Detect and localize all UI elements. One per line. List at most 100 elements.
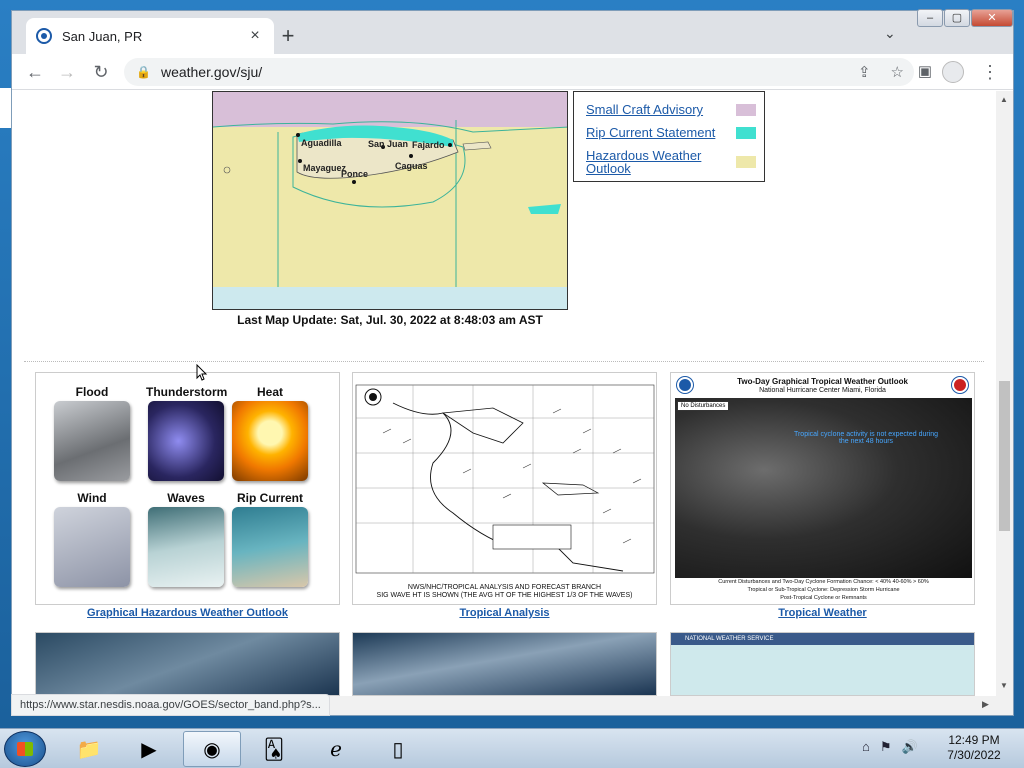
map-label-ponce: Ponce [341,169,369,179]
system-tray: ⌂ ⚑ 🔊 [862,739,918,755]
tab-bar: San Juan, PR × + ⌄ [12,11,1013,54]
lightning-icon [148,401,224,481]
puerto-rico-map-graphic [213,92,567,309]
footer-line-1: Current Disturbances and Two-Day Cyclone… [718,579,929,585]
legend-swatch [736,103,756,116]
bookmark-star-icon[interactable]: ☆ [891,63,904,81]
back-icon[interactable]: ← [22,59,48,85]
link-tropical-weather[interactable]: Tropical Weather [670,607,975,619]
tropical-analysis-chart-graphic [355,384,655,574]
map-label-san-juan: San Juan [368,139,409,149]
hazard-legend: Small Craft Advisory Rip Current Stateme… [573,91,765,182]
reload-icon[interactable]: ↻ [88,59,114,85]
tab-search-icon[interactable]: ⌄ [884,25,896,42]
profile-avatar[interactable] [942,61,964,83]
solitaire-icon[interactable]: 🂡 [245,731,303,767]
url-text[interactable]: weather.gov/sju/ [161,64,848,80]
hazard-wind[interactable]: Wind [52,491,132,587]
scroll-up-icon[interactable]: ▲ [1000,95,1008,104]
scroll-right-icon[interactable]: ▶ [982,699,989,710]
clock-date: 7/30/2022 [947,748,1001,762]
legend-link-small-craft-advisory[interactable]: Small Craft Advisory [586,103,716,116]
noaa-favicon-icon [36,28,52,44]
rip-current-icon [232,507,308,587]
hazards-card[interactable]: Flood Thunderstorm Heat Wind Waves Rip C… [35,372,340,605]
tropical-analysis-card[interactable]: NWS/NHC/TROPICAL ANALYSIS AND FORECAST B… [352,372,657,605]
no-disturbances-badge: No Disturbances [677,401,730,411]
maximize-button[interactable]: ▢ [944,9,970,27]
hazard-thunderstorm[interactable]: Thunderstorm [146,385,227,481]
side-panel-icon[interactable]: ▣ [912,59,938,85]
legend-row-rip-current: Rip Current Statement [586,126,756,139]
media-player-icon[interactable]: ▶ [120,731,178,767]
mouse-pointer-icon [196,364,208,381]
outlook-title: Two-Day Graphical Tropical Weather Outlo… [737,377,908,386]
window-controls: – ▢ ✕ [916,9,1013,29]
section-divider [24,361,984,362]
network-icon[interactable]: ⌂ [862,739,870,755]
hazard-flood[interactable]: Flood [52,385,132,481]
minimize-button[interactable]: – [917,9,943,27]
hazard-label: Rip Current [237,491,303,505]
share-icon[interactable]: ⇪ [858,63,871,81]
taskbar: 📁 ▶ ◉ 🂡 ℯ ▯ ⌂ ⚑ 🔊 12:49 PM 7/30/2022 [0,728,1024,768]
status-url-bar: https://www.star.nesdis.noaa.gov/GOES/se… [11,694,330,716]
legend-row-hazardous-weather: Hazardous Weather Outlook [586,149,756,175]
outlook-note: Tropical cyclone activity is not expecte… [793,431,939,445]
link-graphical-hazardous-weather-outlook[interactable]: Graphical Hazardous Weather Outlook [35,607,340,619]
hazard-map[interactable]: Aguadilla San Juan Fajardo Mayaguez Ponc… [212,91,568,310]
caption-line-1: NWS/NHC/TROPICAL ANALYSIS AND FORECAST B… [407,584,602,591]
windsock-icon [54,507,130,587]
waves-icon [148,507,224,587]
legend-link-rip-current-statement[interactable]: Rip Current Statement [586,126,726,139]
hazard-label: Wind [77,491,107,505]
legend-link-hazardous-weather-outlook[interactable]: Hazardous Weather Outlook [586,149,716,175]
scrollbar-thumb[interactable] [999,381,1010,531]
outlook-footer: Current Disturbances and Two-Day Cyclone… [675,578,972,602]
link-tropical-analysis[interactable]: Tropical Analysis [352,607,657,619]
start-button[interactable] [4,731,46,767]
last-map-update: Last Map Update: Sat, Jul. 30, 2022 at 8… [237,313,543,327]
flood-icon [54,401,130,481]
map-label-caguas: Caguas [395,161,428,171]
hazard-heat[interactable]: Heat [230,385,310,481]
program-window-icon[interactable]: ▯ [369,731,427,767]
hazard-label: Heat [256,385,283,399]
map-label-mayaguez: Mayaguez [303,163,347,173]
footer-line-2: Tropical or Sub-Tropical Cyclone: Depres… [747,587,900,593]
tropical-weather-card[interactable]: Two-Day Graphical Tropical Weather Outlo… [670,372,975,605]
browser-toolbar: ← → ↻ 🔒 weather.gov/sju/ ⇪ ☆ ▣ ⋮ [12,54,1013,90]
caption-line-2: SIG WAVE HT IS SHOWN (THE AVG HT OF THE … [376,592,633,599]
action-center-icon[interactable]: ⚑ [880,739,892,755]
nws-map-card[interactable]: NATIONAL WEATHER SERVICE [670,632,975,696]
new-tab-button[interactable]: + [274,23,302,51]
scroll-down-icon[interactable]: ▼ [1000,681,1008,690]
legend-swatch [736,126,756,139]
chrome-taskbar-icon[interactable]: ◉ [183,731,241,767]
map-label-aguadilla: Aguadilla [301,138,342,148]
satellite-image [675,398,972,578]
legend-swatch [736,156,756,168]
volume-icon[interactable]: 🔊 [902,739,918,755]
goes-satellite-card-1[interactable] [35,632,340,696]
browser-window: San Juan, PR × + ⌄ ← → ↻ 🔒 weather.gov/s… [11,10,1014,716]
tab-san-juan[interactable]: San Juan, PR × [26,18,274,54]
clock-time: 12:49 PM [948,733,1000,747]
goes-satellite-card-2[interactable] [352,632,657,696]
file-explorer-icon[interactable]: 📁 [60,731,118,767]
hazard-waves[interactable]: Waves [146,491,226,587]
forward-icon[interactable]: → [54,59,80,85]
close-window-button[interactable]: ✕ [971,9,1013,27]
sun-icon [232,401,308,481]
address-bar[interactable]: 🔒 weather.gov/sju/ ⇪ ☆ [124,58,914,86]
hazard-rip-current[interactable]: Rip Current [230,491,310,587]
menu-kebab-icon[interactable]: ⋮ [977,59,1003,85]
legend-row-small-craft: Small Craft Advisory [586,103,756,116]
internet-explorer-icon[interactable]: ℯ [307,731,365,767]
page-viewport: Aguadilla San Juan Fajardo Mayaguez Ponc… [12,91,996,696]
taskbar-clock[interactable]: 12:49 PM 7/30/2022 [940,733,1008,763]
lock-icon[interactable]: 🔒 [136,65,151,79]
outlook-subtitle: National Hurricane Center Miami, Florida [759,387,886,394]
vertical-scrollbar[interactable]: ▲ ▼ [996,91,1013,696]
tab-close-icon[interactable]: × [246,27,264,45]
